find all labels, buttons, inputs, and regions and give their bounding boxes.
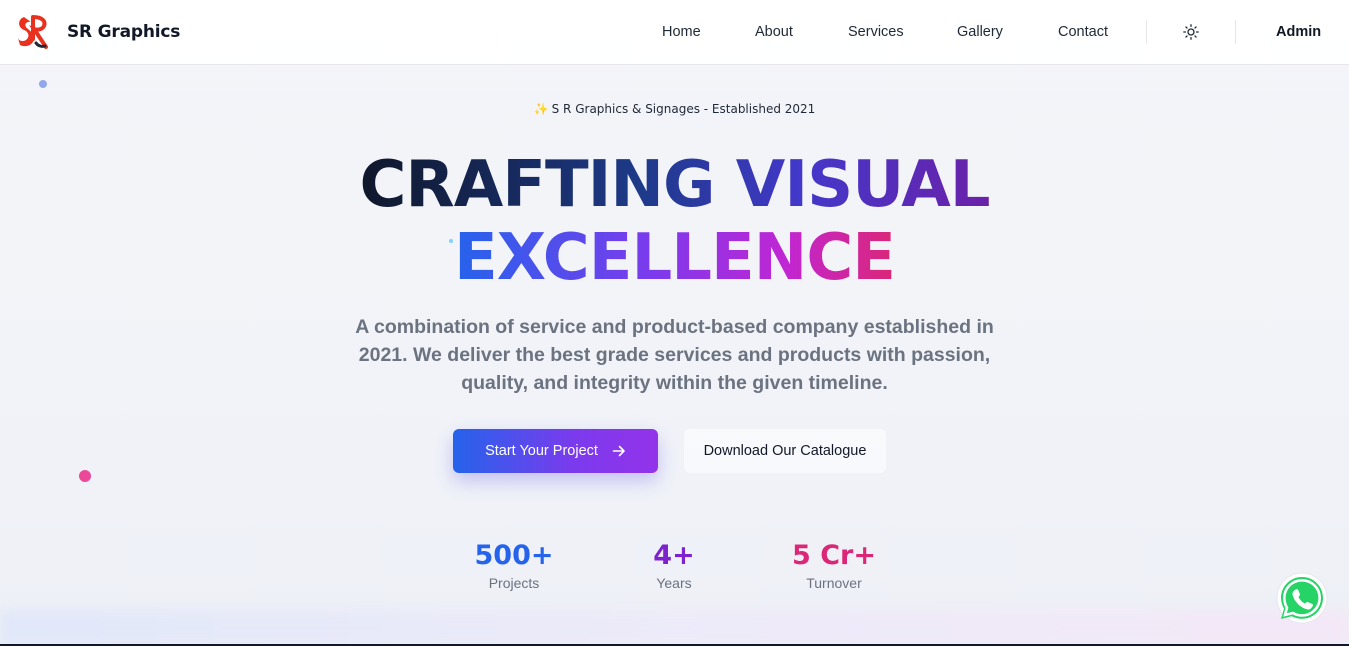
stat-projects: 500+ Projects bbox=[434, 538, 594, 591]
hero-eyebrow: ✨ S R Graphics & Signages - Established 2… bbox=[0, 102, 1349, 116]
eyebrow-text: S R Graphics & Signages - Established 20… bbox=[551, 102, 816, 116]
stat-label: Turnover bbox=[806, 575, 862, 591]
start-project-label: Start Your Project bbox=[485, 443, 598, 459]
stat-label: Years bbox=[656, 575, 692, 591]
nav-link-contact[interactable]: Contact bbox=[1058, 24, 1108, 40]
brand-name: SR Graphics bbox=[67, 22, 181, 42]
theme-toggle-button[interactable] bbox=[1180, 21, 1202, 43]
headline-text-1: CRAFTING VISUAL bbox=[359, 148, 990, 222]
hero-headline-line-2: EXCELLENCE bbox=[0, 220, 1349, 296]
sparkles-icon: ✨ bbox=[533, 102, 549, 116]
arrow-right-icon bbox=[612, 445, 625, 457]
decorative-dot bbox=[39, 80, 47, 88]
navbar: SR Graphics Home About Services Gallery … bbox=[0, 0, 1349, 65]
headline-text-2: EXCELLENCE bbox=[454, 221, 896, 295]
nav-link-about[interactable]: About bbox=[755, 24, 793, 40]
stat-value: 5 Cr+ bbox=[792, 540, 876, 571]
decorative-dot bbox=[79, 470, 91, 482]
stat-years: 4+ Years bbox=[594, 538, 754, 591]
nav-link-gallery[interactable]: Gallery bbox=[957, 24, 1003, 40]
stat-turnover: 5 Cr+ Turnover bbox=[754, 538, 914, 591]
hero-headline-line-1: CRAFTING VISUAL bbox=[0, 147, 1349, 223]
stat-value: 4+ bbox=[653, 540, 695, 571]
stat-label: Projects bbox=[488, 575, 540, 591]
nav-link-home[interactable]: Home bbox=[662, 24, 701, 40]
sun-icon bbox=[1183, 24, 1199, 40]
sr-logo-icon bbox=[18, 15, 48, 49]
start-project-button[interactable]: Start Your Project bbox=[453, 429, 658, 473]
stat-value: 500+ bbox=[474, 540, 554, 571]
bottom-glow bbox=[0, 610, 1349, 646]
brand[interactable]: SR Graphics bbox=[16, 13, 180, 51]
download-catalogue-button[interactable]: Download Our Catalogue bbox=[684, 429, 886, 473]
nav-divider bbox=[1235, 20, 1236, 44]
download-catalogue-label: Download Our Catalogue bbox=[703, 443, 867, 459]
whatsapp-icon bbox=[1276, 572, 1328, 624]
nav-divider bbox=[1146, 20, 1147, 44]
nav-link-services[interactable]: Services bbox=[848, 24, 904, 40]
whatsapp-button[interactable] bbox=[1275, 571, 1329, 625]
admin-link[interactable]: Admin bbox=[1276, 24, 1321, 40]
hero-description: A combination of service and product-bas… bbox=[355, 316, 994, 394]
